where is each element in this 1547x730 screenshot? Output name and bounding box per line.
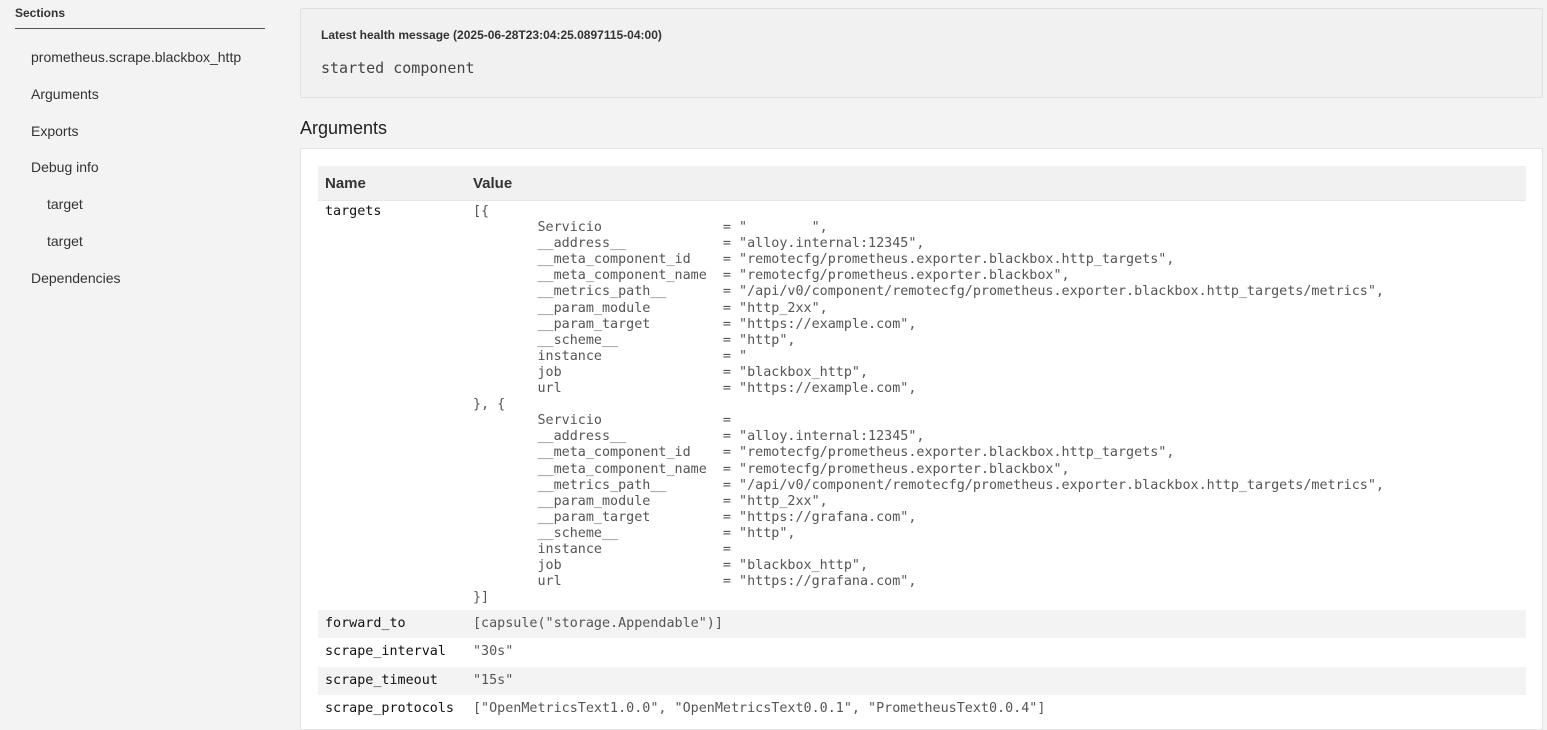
arg-name-cell: forward_to xyxy=(318,610,466,639)
table-row: scrape_interval "30s" xyxy=(318,638,1526,666)
arg-name-cell: targets xyxy=(325,204,382,219)
table-row: scrape_timeout "15s" xyxy=(318,666,1526,695)
arguments-table: Name Value targets [{ Servicio = " ", __… xyxy=(318,166,1526,723)
nav-item-dependencies[interactable]: Dependencies xyxy=(31,269,241,306)
arg-value-cell: [{ Servicio = " ", __address__ = "alloy.… xyxy=(466,201,1526,611)
nav-item-arguments[interactable]: Arguments xyxy=(31,85,241,122)
arg-value-cell: "15s" xyxy=(466,666,1526,695)
table-header-row: Name Value xyxy=(318,166,1526,201)
column-header-name: Name xyxy=(318,166,466,201)
sidebar: Sections prometheus.scrape.blackbox_http… xyxy=(0,0,285,718)
sidebar-divider xyxy=(15,28,265,29)
nav-item-target-2[interactable]: target xyxy=(31,232,241,269)
arg-value-cell: "30s" xyxy=(473,644,514,660)
arg-name-cell: scrape_timeout xyxy=(318,666,466,695)
nav-item-exports[interactable]: Exports xyxy=(31,122,241,159)
arguments-panel: Name Value targets [{ Servicio = " ", __… xyxy=(300,148,1543,730)
health-panel: Latest health message (2025-06-28T23:04:… xyxy=(300,8,1543,98)
targets-value: [{ Servicio = " ", __address__ = "alloy.… xyxy=(473,204,1384,606)
health-title: Latest health message (2025-06-28T23:04:… xyxy=(321,28,662,42)
arg-value-cell: [capsule("storage.Appendable")] xyxy=(466,610,1526,639)
nav-item-component[interactable]: prometheus.scrape.blackbox_http xyxy=(31,48,241,85)
arg-value-cell: ["OpenMetricsText1.0.0", "OpenMetricsTex… xyxy=(473,700,1046,716)
arg-name-cell: scrape_protocols xyxy=(325,700,454,716)
table-row: forward_to [capsule("storage.Appendable"… xyxy=(318,610,1526,639)
health-message: started component xyxy=(321,59,475,77)
arg-name-cell: scrape_interval xyxy=(325,644,446,660)
column-header-value: Value xyxy=(466,166,1526,201)
sidebar-heading: Sections xyxy=(15,6,66,20)
sections-nav: prometheus.scrape.blackbox_http Argument… xyxy=(31,48,241,306)
nav-item-debug-info[interactable]: Debug info xyxy=(31,158,241,195)
nav-item-target-1[interactable]: target xyxy=(31,195,241,232)
table-row: targets [{ Servicio = " ", __address__ =… xyxy=(318,201,1526,611)
table-row: scrape_protocols ["OpenMetricsText1.0.0"… xyxy=(318,695,1526,723)
arguments-heading: Arguments xyxy=(300,118,388,138)
